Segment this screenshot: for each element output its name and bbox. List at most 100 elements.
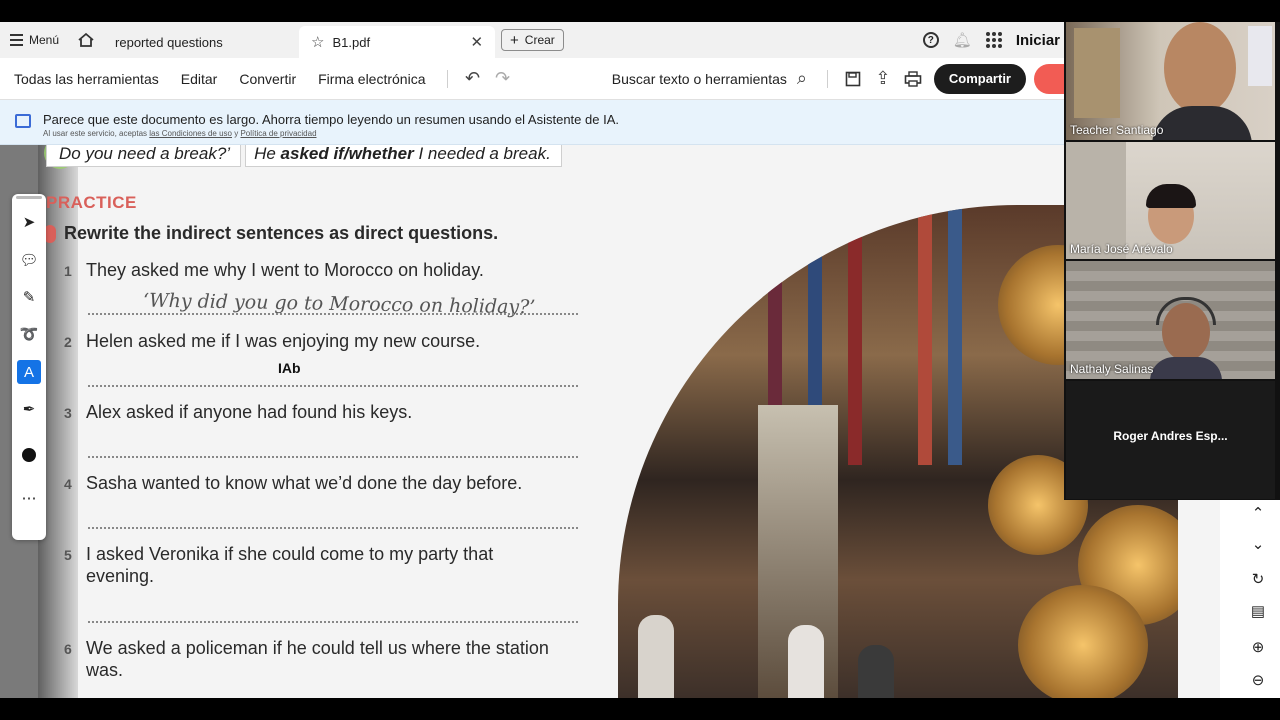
item-text: Alex asked if anyone had found his keys. (86, 402, 413, 422)
item-text: Sasha wanted to know what we’d done the … (86, 473, 523, 493)
select-arrow-icon[interactable]: ➤ (17, 210, 41, 234)
edit-link[interactable]: Editar (170, 71, 229, 87)
item-text: I asked Veronika if she could come to my… (86, 544, 494, 586)
banner-legal: Al usar este servicio, aceptas las Condi… (43, 129, 317, 138)
undo-icon[interactable]: ↶ (458, 68, 488, 89)
signin-link[interactable]: Iniciar (1016, 32, 1060, 49)
search-tools-label[interactable]: Buscar texto o herramientas (612, 71, 787, 87)
esign-link[interactable]: Firma electrónica (307, 71, 436, 87)
star-icon[interactable]: ☆ (311, 33, 324, 51)
home-icon (78, 32, 94, 47)
tab-bar: Menú reported questions ☆ B1.pdf ✕ + Cre… (0, 22, 1064, 58)
answer-line (88, 621, 578, 623)
page-navigation-rail: ⌃ ⌄ ↻ ▤ ⊕ ⊖ (1237, 499, 1280, 698)
upload-cloud-icon[interactable]: ⇪ (868, 68, 898, 89)
participant-tile[interactable]: María José Arévalo (1066, 142, 1275, 259)
participant-tile[interactable]: Teacher Santiago (1066, 22, 1275, 140)
privacy-link[interactable]: Política de privacidad (240, 129, 316, 138)
document-viewer[interactable]: Do you need a break?’ He asked if/whethe… (0, 145, 1220, 698)
share-button[interactable]: Compartir (933, 63, 1026, 94)
previous-page-icon[interactable]: ⌃ (1248, 503, 1268, 523)
ai-assistant-button[interactable] (1034, 63, 1064, 94)
pdf-page: Do you need a break?’ He asked if/whethe… (38, 145, 1220, 698)
participant-tile[interactable]: Roger Andres Esp... (1066, 381, 1275, 499)
zoom-in-icon[interactable]: ⊕ (1248, 637, 1268, 657)
print-icon[interactable] (898, 70, 928, 87)
app-window: Menú reported questions ☆ B1.pdf ✕ + Cre… (0, 22, 1280, 698)
menu-button[interactable]: Menú (0, 22, 69, 58)
comment-icon[interactable]: 💬︎ (17, 248, 41, 272)
next-page-icon[interactable]: ⌄ (1248, 534, 1268, 554)
ai-summary-banner: Parece que este documento es largo. Ahor… (0, 100, 1064, 145)
section-title: PRACTICE (46, 193, 137, 212)
participant-name: María José Arévalo (1070, 242, 1173, 256)
hamburger-icon (10, 34, 23, 46)
participant-name: Teacher Santiago (1070, 123, 1164, 137)
answer-line (88, 385, 578, 387)
list-item: 5 I asked Veronika if she could come to m… (64, 543, 536, 587)
ai-assistant-icon (15, 114, 31, 128)
example-question: Do you need a break?’ (46, 145, 242, 167)
color-picker-icon[interactable] (17, 443, 41, 467)
item-number: 5 (64, 547, 72, 563)
drag-handle[interactable] (16, 196, 42, 199)
create-button[interactable]: + Crear (501, 29, 564, 51)
list-item: 4 Sasha wanted to know what we’d done the… (64, 472, 522, 495)
annotation-toolbar: ➤ 💬︎ ✎ ➰ A ✒ ⋯ (12, 194, 46, 540)
answer-line (88, 527, 578, 529)
convert-link[interactable]: Convertir (228, 71, 307, 87)
apps-grid-icon[interactable] (985, 32, 1002, 48)
search-icon[interactable]: ⌕ (787, 68, 817, 89)
participant-tile[interactable]: Nathaly Salinas (1066, 261, 1275, 379)
item-number: 1 (64, 263, 72, 279)
more-options-icon[interactable]: ⋯ (17, 486, 41, 510)
text-cursor: IAb (278, 360, 301, 376)
item-number: 2 (64, 334, 72, 350)
list-item: 6 We asked a policeman if he could tell u… (64, 637, 586, 681)
tab-reported-questions[interactable]: reported questions (103, 26, 299, 58)
item-text: They asked me why I went to Morocco on h… (86, 260, 484, 280)
exercise-instruction: Rewrite the indirect sentences as direct… (64, 223, 499, 243)
create-label: Crear (524, 33, 555, 47)
example-answer: He asked if/whether I needed a break. (245, 145, 562, 167)
terms-link[interactable]: las Condiciones de uso (149, 129, 232, 138)
divider (826, 69, 828, 88)
video-participants-panel: Teacher Santiago María José Arévalo Nath… (1064, 22, 1280, 500)
participant-name: Roger Andres Esp... (1113, 429, 1228, 443)
list-item: 2 Helen asked me if I was enjoying my new… (64, 330, 480, 353)
divider (446, 69, 448, 88)
legal-prefix: Al usar este servicio, aceptas (43, 129, 148, 138)
all-tools-link[interactable]: Todas las herramientas (0, 71, 170, 87)
answer-line (88, 456, 578, 458)
example-answer-bold: asked if/whether (280, 145, 414, 163)
page-thumbnail-icon[interactable]: ▤ (1248, 601, 1268, 621)
zoom-out-icon[interactable]: ⊖ (1248, 670, 1268, 690)
highlight-pen-icon[interactable]: ✎ (17, 285, 41, 309)
close-tab-icon[interactable]: ✕ (470, 33, 483, 51)
tab-label: reported questions (115, 34, 223, 50)
avatar (1164, 22, 1236, 114)
freehand-draw-icon[interactable]: ➰ (17, 322, 41, 346)
home-button[interactable] (69, 22, 103, 58)
example-answer-post: I needed a break. (418, 145, 551, 163)
participant-name: Nathaly Salinas (1070, 362, 1154, 376)
item-text: Helen asked me if I was enjoying my new … (86, 331, 481, 351)
list-item: 1 They asked me why I went to Morocco on … (64, 259, 484, 282)
list-item: 3 Alex asked if anyone had found his keys… (64, 401, 412, 424)
text-select-icon[interactable]: A (17, 360, 41, 384)
bell-icon[interactable]: 🔔︎ (953, 31, 972, 49)
tab-b1-pdf[interactable]: ☆ B1.pdf ✕ (299, 26, 496, 58)
tab-label: B1.pdf (332, 34, 371, 50)
item-number: 4 (64, 476, 72, 492)
item-number: 3 (64, 405, 72, 421)
item-number: 6 (64, 641, 72, 657)
redo-icon[interactable]: ↷ (488, 68, 518, 89)
help-icon[interactable]: ? (922, 32, 939, 48)
main-toolbar: Todas las herramientas Editar Convertir … (0, 58, 1064, 100)
refresh-icon[interactable]: ↻ (1248, 569, 1268, 589)
item-text: We asked a policeman if he could tell us… (86, 638, 549, 680)
menu-label: Menú (29, 33, 60, 47)
plus-icon: + (510, 31, 519, 49)
save-icon[interactable] (838, 71, 868, 87)
fill-sign-icon[interactable]: ✒ (17, 397, 41, 421)
